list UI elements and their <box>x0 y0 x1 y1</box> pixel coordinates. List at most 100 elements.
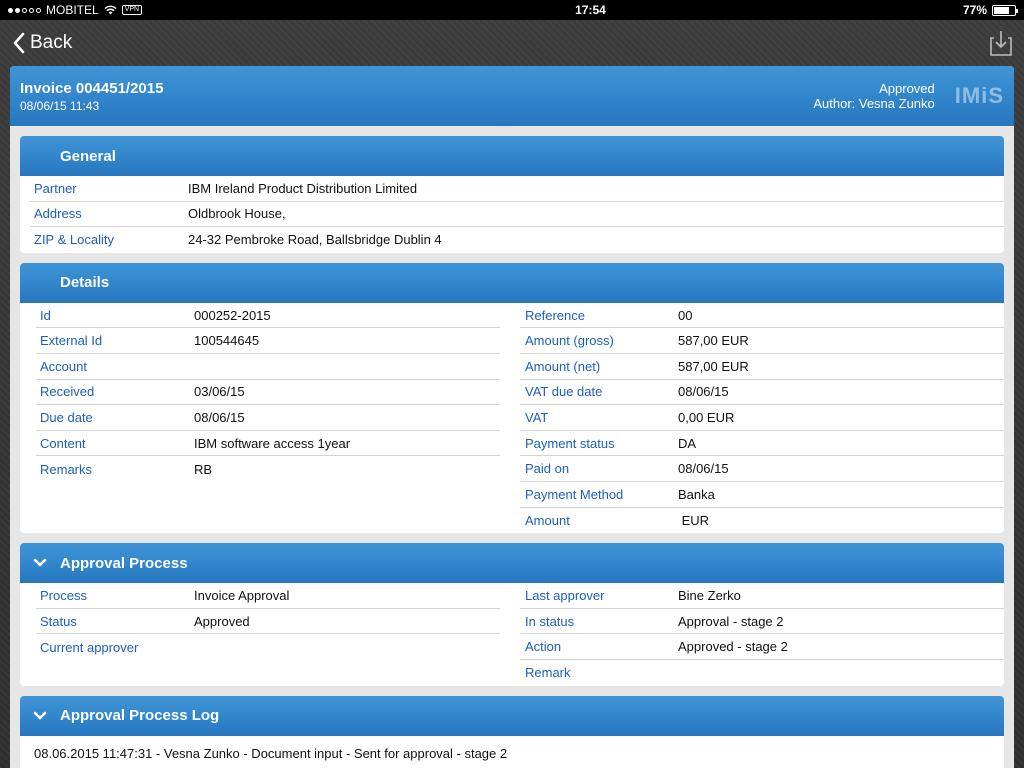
status-bar: MOBITEL VPN 17:54 77% <box>0 0 1024 20</box>
field-row: Amount (net) 587,00 EUR <box>520 354 1004 380</box>
invoice-author: Author: Vesna Zunko <box>813 96 935 111</box>
field-label: External Id <box>40 333 103 349</box>
field-label: Address <box>34 206 82 222</box>
field-row: Remark <box>520 660 1004 686</box>
log-section: Approval Process Log 08.06.2015 11:47:31… <box>20 695 1004 768</box>
field-value: 100544645 <box>194 333 260 349</box>
download-icon[interactable] <box>990 30 1012 56</box>
field-value: 000252-2015 <box>194 307 271 323</box>
field-row: Amount (gross) 587,00 EUR <box>520 328 1004 354</box>
field-value: Invoice Approval <box>194 587 290 603</box>
back-button[interactable]: Back <box>12 32 72 54</box>
field-label: Partner <box>34 180 77 196</box>
invoice-datetime: 08/06/15 11:43 <box>20 98 100 113</box>
field-value: 08/06/15 <box>678 461 729 477</box>
details-header: Details <box>20 262 1004 303</box>
field-label: Amount (gross) <box>525 333 614 349</box>
back-label: Back <box>30 32 73 53</box>
approval-title: Approval Process <box>60 554 188 572</box>
field-label: Reference <box>525 307 585 323</box>
details-title: Details <box>60 274 110 292</box>
field-label: VAT <box>525 409 549 425</box>
field-value: RB <box>194 461 213 477</box>
log-title: Approval Process Log <box>60 707 220 724</box>
vpn-badge: VPN <box>121 5 143 15</box>
chevron-down-icon <box>33 711 47 719</box>
field-label: Status <box>40 613 77 629</box>
field-row: Partner IBM Ireland Product Distribution … <box>30 176 1004 202</box>
details-right-column: Reference 00 Amount (gross) 587,00 EUR Amoun… <box>512 303 1004 533</box>
field-label: Account <box>40 358 87 374</box>
field-label: Payment Method <box>525 486 624 502</box>
field-label: Id <box>40 307 51 323</box>
field-value: Banka <box>678 486 715 502</box>
chevron-down-icon <box>33 558 47 567</box>
field-label: Last approver <box>525 587 605 603</box>
field-label: Paid on <box>525 461 570 477</box>
log-entry: 08.06.2015 11:47:31 - Vesna Zunko - Docu… <box>34 745 508 761</box>
imis-logo: IMiS <box>954 83 1004 108</box>
field-row: Id 000252-2015 <box>36 303 500 329</box>
field-row: Remarks RB <box>36 456 500 482</box>
field-label: Amount (net) <box>525 358 601 374</box>
field-row: Account <box>36 354 500 380</box>
wifi-icon <box>104 5 117 15</box>
field-label: In status <box>525 613 575 629</box>
approval-left-column: Process Invoice Approval Status Approved Cur… <box>20 583 512 685</box>
battery-icon <box>992 4 1018 16</box>
field-row: Payment Method Banka <box>520 482 1004 508</box>
field-value: Approved - stage 2 <box>678 639 788 655</box>
field-label: Received <box>40 384 95 400</box>
general-rows: Partner IBM Ireland Product Distribution … <box>20 176 1004 253</box>
field-row: Status Approved <box>36 609 500 635</box>
log-header[interactable]: Approval Process Log <box>20 695 1004 736</box>
field-row: Process Invoice Approval <box>36 583 500 609</box>
field-value: Approval - stage 2 <box>678 613 784 629</box>
field-row: Paid on 08/06/15 <box>520 456 1004 482</box>
field-value: 08/06/15 <box>194 409 245 425</box>
field-row: External Id 100544645 <box>36 328 500 354</box>
clock: 17:54 <box>575 3 606 17</box>
field-label: Payment status <box>525 435 615 451</box>
nav-bar: Back <box>0 20 1024 66</box>
field-row: VAT due date 08/06/15 <box>520 380 1004 406</box>
field-label: VAT due date <box>525 384 603 400</box>
field-label: Due date <box>40 409 93 425</box>
field-row: Address Oldbrook House, <box>30 202 1004 228</box>
battery-percent: 77% <box>962 3 987 17</box>
field-row: Action Approved - stage 2 <box>520 634 1004 660</box>
field-row: VAT 0,00 EUR <box>520 405 1004 431</box>
general-header: General <box>20 136 1004 176</box>
field-row: Received 03/06/15 <box>36 380 500 406</box>
field-row: Last approver Bine Zerko <box>520 583 1004 609</box>
field-value: IBM Ireland Product Distribution Limited <box>188 180 418 196</box>
field-value: 03/06/15 <box>194 384 245 400</box>
field-value: 00 <box>678 307 693 323</box>
field-label: Remarks <box>40 461 93 477</box>
approval-section: Approval Process Process Invoice Approval… <box>20 543 1004 686</box>
field-row: Amount EUR <box>520 508 1004 534</box>
field-row: In status Approval - stage 2 <box>520 609 1004 635</box>
field-row: Payment status DA <box>520 431 1004 457</box>
approval-right-column: Last approver Bine Zerko In status Approval… <box>512 583 1004 685</box>
approval-header[interactable]: Approval Process <box>20 543 1004 584</box>
field-value: IBM software access 1year <box>194 435 351 451</box>
field-row: Due date 08/06/15 <box>36 405 500 431</box>
invoice-card: Invoice 004451/2015 08/06/15 11:43 Appro… <box>10 66 1014 768</box>
field-value: Bine Zerko <box>678 587 741 603</box>
invoice-header: Invoice 004451/2015 08/06/15 11:43 Appro… <box>10 66 1014 126</box>
field-label: Amount <box>525 512 570 528</box>
field-label: Remark <box>525 665 571 681</box>
log-entries: 08.06.2015 11:47:31 - Vesna Zunko - Docu… <box>20 736 1004 768</box>
general-title: General <box>60 147 116 165</box>
general-section: General Partner IBM Ireland Product Distr… <box>20 136 1004 253</box>
field-row: Reference 00 <box>520 303 1004 329</box>
field-row: ZIP & Locality 24-32 Pembroke Road, Balls… <box>30 227 1004 253</box>
field-value: 587,00 EUR <box>678 333 749 349</box>
invoice-status: Approved <box>879 81 935 96</box>
field-value: 0,00 EUR <box>678 409 735 425</box>
field-value: 08/06/15 <box>678 384 729 400</box>
field-value: Approved <box>194 613 250 629</box>
field-value: 24-32 Pembroke Road, Ballsbridge Dublin … <box>188 232 442 248</box>
field-label: ZIP & Locality <box>34 232 114 248</box>
